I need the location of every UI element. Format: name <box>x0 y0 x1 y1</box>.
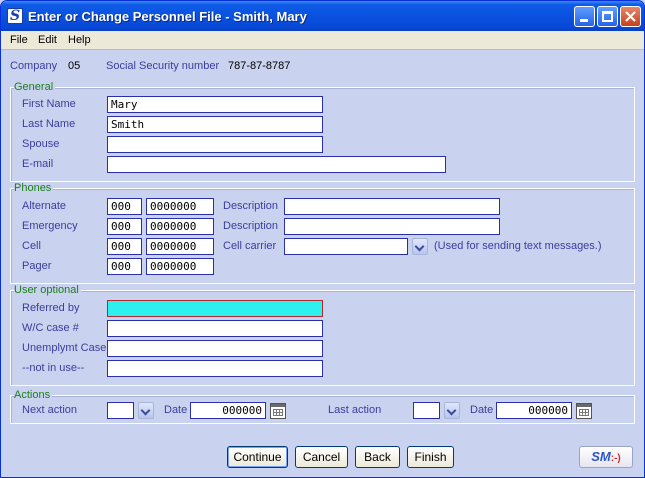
ssn-value: 787-87-8787 <box>228 60 291 72</box>
unemplymt-case-field[interactable] <box>107 340 323 357</box>
email-label: E-mail <box>22 158 54 170</box>
emergency-number-field[interactable]: 0000000 <box>146 218 214 235</box>
next-action-select[interactable] <box>107 402 134 419</box>
last-name-label: Last Name <box>22 118 76 130</box>
company-value: 05 <box>68 60 81 72</box>
menu-file[interactable]: File <box>10 34 28 46</box>
continue-button[interactable]: Continue <box>227 446 288 468</box>
wc-case-label: W/C case # <box>22 322 79 334</box>
wc-case-field[interactable] <box>107 320 323 337</box>
alternate-label: Alternate <box>22 200 67 212</box>
company-label: Company <box>10 60 58 72</box>
menu-help[interactable]: Help <box>68 34 91 46</box>
last-name-field[interactable]: Smith <box>107 116 323 133</box>
last-action-dropdown-button[interactable] <box>444 402 460 419</box>
pager-area-field[interactable]: 000 <box>107 258 142 275</box>
finish-button[interactable]: Finish <box>407 446 454 468</box>
personnel-file-window: S Enter or Change Personnel File - Smith… <box>0 0 645 478</box>
maximize-button[interactable] <box>597 6 618 27</box>
next-action-label: Next action <box>22 404 78 416</box>
not-in-use-label: --not in use-- <box>22 362 85 374</box>
close-button[interactable] <box>620 6 641 27</box>
email-field[interactable] <box>107 156 446 173</box>
alternate-description-field[interactable] <box>284 198 500 215</box>
next-date-label: Date <box>164 404 188 416</box>
cell-number-field[interactable]: 0000000 <box>146 238 214 255</box>
first-name-field[interactable]: Mary <box>107 96 323 113</box>
alternate-description-label: Description <box>223 200 279 212</box>
not-in-use-field[interactable] <box>107 360 323 377</box>
pager-number-field[interactable]: 0000000 <box>146 258 214 275</box>
smiley-icon: :-) <box>610 453 621 464</box>
minimize-button[interactable] <box>574 6 595 27</box>
user-optional-title: User optional <box>14 284 81 296</box>
next-action-dropdown-button[interactable] <box>138 402 154 419</box>
alternate-area-field[interactable]: 000 <box>107 198 142 215</box>
app-icon: S <box>7 8 23 24</box>
actions-title: Actions <box>14 389 53 401</box>
minimize-icon <box>580 19 588 22</box>
title-bar: S Enter or Change Personnel File - Smith… <box>1 1 644 31</box>
last-date-label: Date <box>470 404 494 416</box>
menu-edit[interactable]: Edit <box>38 34 57 46</box>
last-action-select[interactable] <box>413 402 440 419</box>
sm-logo-icon: SM <box>591 449 611 464</box>
cell-carrier-note: (Used for sending text messages.) <box>434 240 602 252</box>
referred-by-field[interactable] <box>107 300 323 317</box>
spouse-field[interactable] <box>107 136 323 153</box>
cell-carrier-select[interactable] <box>284 238 408 255</box>
maximize-icon <box>602 11 613 22</box>
emergency-label: Emergency <box>22 220 78 232</box>
last-date-calendar-icon[interactable] <box>576 403 592 419</box>
alternate-number-field[interactable]: 0000000 <box>146 198 214 215</box>
emergency-description-field[interactable] <box>284 218 500 235</box>
next-date-field[interactable]: 000000 <box>190 402 266 419</box>
last-date-field[interactable]: 000000 <box>496 402 572 419</box>
general-title: General <box>14 81 56 93</box>
cancel-button[interactable]: Cancel <box>295 446 348 468</box>
cell-label: Cell <box>22 240 41 252</box>
unemplymt-case-label: Unemplymt Case <box>22 342 107 354</box>
menu-bar: File Edit Help <box>1 31 644 50</box>
back-button[interactable]: Back <box>355 446 400 468</box>
sm-logo-button[interactable]: SM:-) <box>579 446 633 468</box>
cell-carrier-dropdown-button[interactable] <box>412 238 428 255</box>
spouse-label: Spouse <box>22 138 60 150</box>
emergency-area-field[interactable]: 000 <box>107 218 142 235</box>
pager-label: Pager <box>22 260 52 272</box>
cell-area-field[interactable]: 000 <box>107 238 142 255</box>
close-icon <box>625 11 636 22</box>
referred-by-label: Referred by <box>22 302 80 314</box>
last-action-label: Last action <box>328 404 382 416</box>
next-date-calendar-icon[interactable] <box>270 403 286 419</box>
emergency-description-label: Description <box>223 220 279 232</box>
window-title: Enter or Change Personnel File - Smith, … <box>28 9 307 24</box>
ssn-label: Social Security number <box>106 60 220 72</box>
first-name-label: First Name <box>22 98 76 110</box>
cell-carrier-label: Cell carrier <box>223 240 277 252</box>
phones-title: Phones <box>14 182 54 194</box>
